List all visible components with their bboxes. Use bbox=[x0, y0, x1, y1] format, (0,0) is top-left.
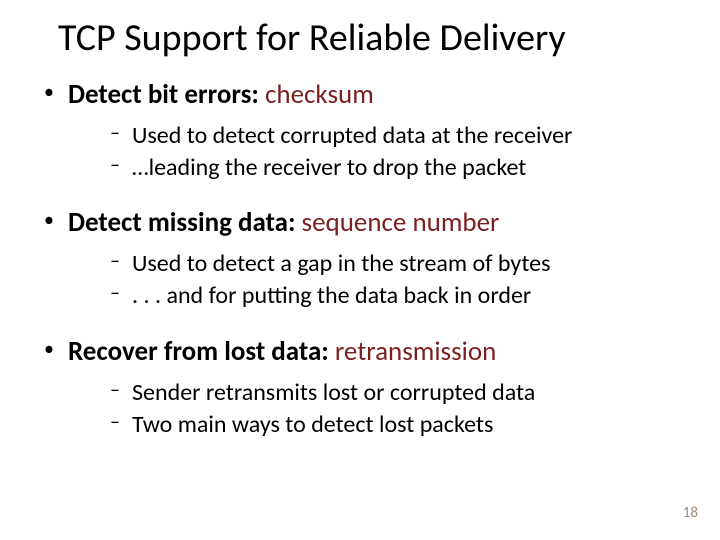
bullet-term: retransmission bbox=[335, 335, 496, 368]
sub-list: Sender retransmits lost or corrupted dat… bbox=[68, 377, 680, 442]
sub-item: Used to detect a gap in the stream of by… bbox=[110, 248, 680, 280]
page-number: 18 bbox=[683, 504, 698, 522]
sub-item: Used to detect corrupted data at the rec… bbox=[110, 120, 680, 152]
bullet-term: sequence number bbox=[302, 206, 500, 239]
sub-list: Used to detect corrupted data at the rec… bbox=[68, 120, 680, 185]
bullet-list: Detect bit errors: checksum Used to dete… bbox=[40, 78, 680, 442]
bullet-item: Detect bit errors: checksum Used to dete… bbox=[40, 78, 680, 185]
bullet-term: checksum bbox=[265, 78, 374, 111]
sub-item: …leading the receiver to drop the packet bbox=[110, 152, 680, 184]
bullet-item: Recover from lost data: retransmission S… bbox=[40, 335, 680, 442]
bullet-lead: Recover from lost data: bbox=[68, 335, 329, 368]
slide-title: TCP Support for Reliable Delivery bbox=[58, 18, 680, 60]
bullet-item: Detect missing data: sequence number Use… bbox=[40, 206, 680, 313]
sub-list: Used to detect a gap in the stream of by… bbox=[68, 248, 680, 313]
sub-item: Two main ways to detect lost packets bbox=[110, 409, 680, 441]
sub-item: Sender retransmits lost or corrupted dat… bbox=[110, 377, 680, 409]
sub-item: . . . and for putting the data back in o… bbox=[110, 280, 680, 312]
bullet-lead: Detect missing data: bbox=[68, 206, 295, 239]
slide: TCP Support for Reliable Delivery Detect… bbox=[0, 0, 720, 540]
bullet-lead: Detect bit errors: bbox=[68, 78, 259, 111]
